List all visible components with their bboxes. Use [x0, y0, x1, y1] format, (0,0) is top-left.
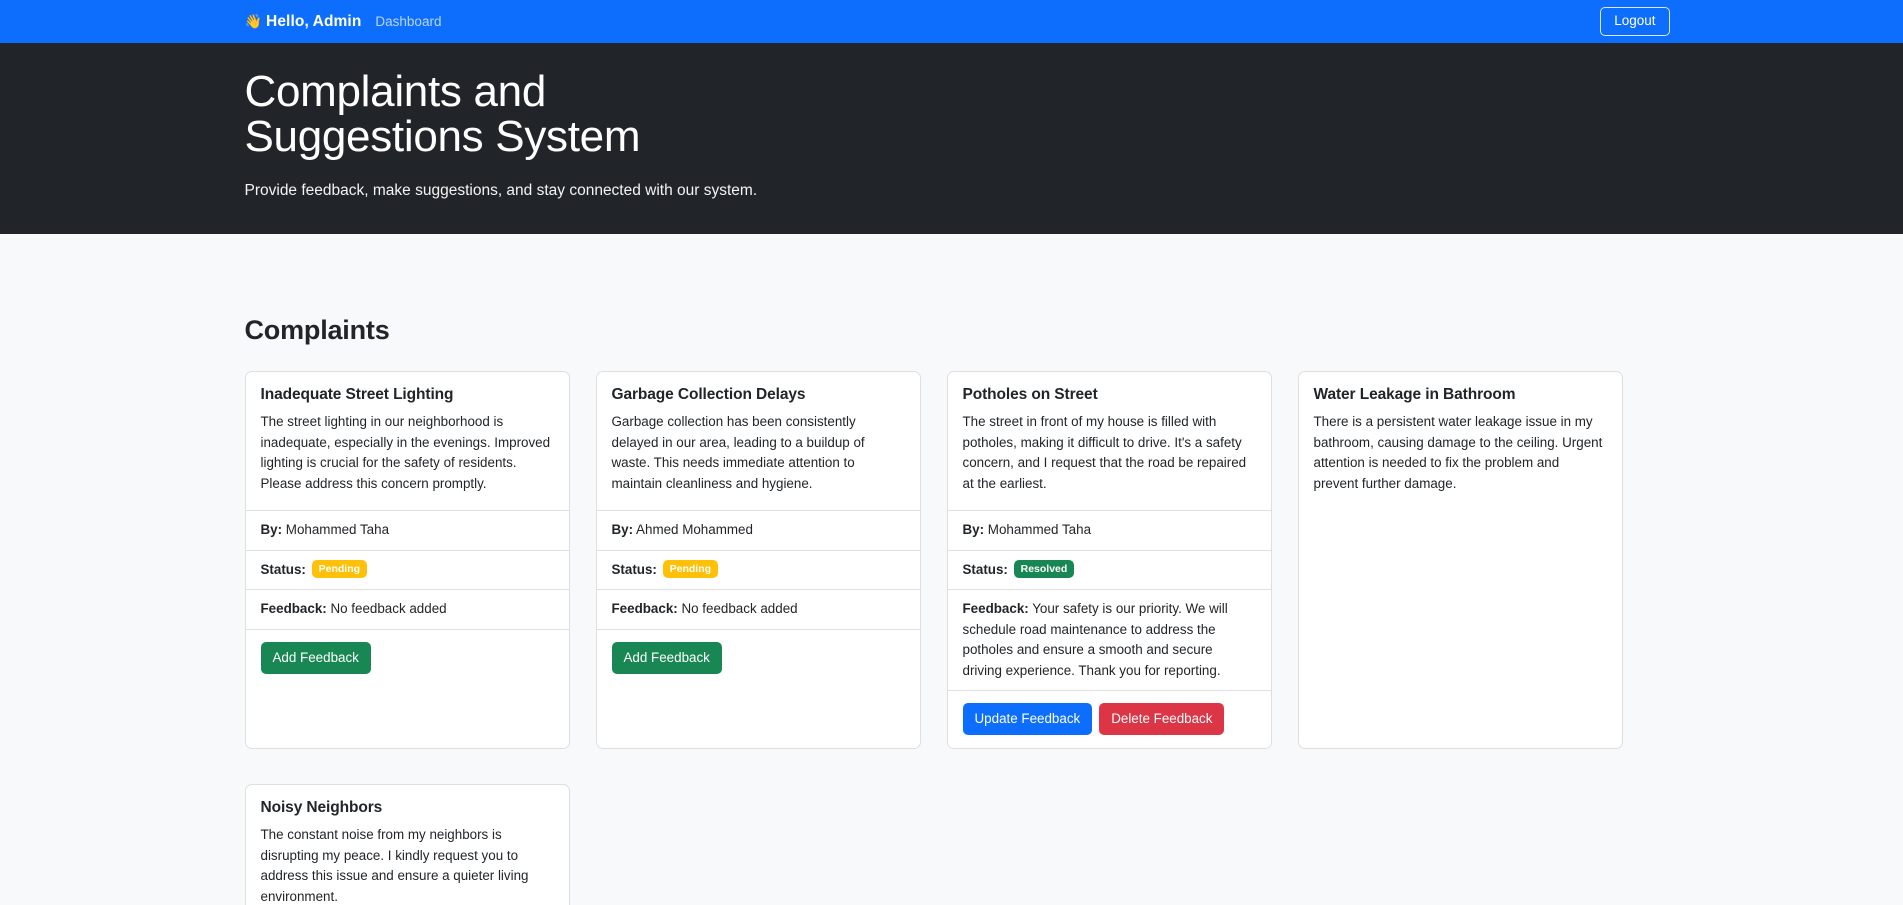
- navbar-left-group: 👋 Hello, Admin Dashboard: [245, 13, 442, 31]
- complaint-feedback-row: Feedback: No feedback added: [246, 590, 569, 629]
- label-by: By:: [260, 522, 283, 537]
- page-title-line-1: Complaints and: [244, 67, 547, 116]
- complaint-card-footer: Add Feedback: [596, 628, 920, 687]
- complaint-card-footer: Add Feedback: [245, 628, 569, 687]
- update-feedback-button[interactable]: Update Feedback: [962, 703, 1093, 736]
- label-status: Status:: [260, 561, 310, 577]
- complaint-card-column: Garbage Collection Delays Garbage collect…: [583, 371, 934, 750]
- complaint-card: Garbage Collection Delays Garbage collect…: [595, 371, 921, 750]
- complaint-feedback-value: No feedback added: [326, 601, 447, 616]
- complaint-card: Inadequate Street Lighting The street lig…: [244, 371, 570, 750]
- label-by: By:: [611, 522, 634, 537]
- page-subtitle: Provide feedback, make suggestions, and …: [244, 181, 758, 199]
- complaint-description: The constant noise from my neighbors is …: [260, 827, 529, 904]
- page-title: Complaints and Suggestions System: [245, 69, 675, 160]
- add-feedback-button[interactable]: Add Feedback: [611, 641, 722, 674]
- complaint-feedback-row: Feedback: Your safety is our priority. W…: [948, 590, 1271, 690]
- top-navbar: 👋 Hello, Admin Dashboard Logout: [0, 0, 1903, 43]
- complaint-card-body: Water Leakage in Bathroom There is a pers…: [1299, 372, 1622, 510]
- nav-link-dashboard[interactable]: Dashboard: [375, 14, 441, 29]
- complaint-card: Water Leakage in Bathroom There is a pers…: [1297, 371, 1623, 750]
- complaint-author-row: By: Mohammed Taha: [245, 511, 569, 551]
- label-by: By:: [962, 522, 985, 537]
- logout-button[interactable]: Logout: [1600, 6, 1670, 37]
- complaint-card: Potholes on Street The street in front of…: [946, 371, 1272, 750]
- complaint-card-column: Potholes on Street The street in front of…: [934, 371, 1285, 750]
- main-content: Complaints Inadequate Street Lighting The…: [212, 315, 1692, 905]
- complaint-card-body: Noisy Neighbors The constant noise from m…: [246, 785, 569, 905]
- complaint-title: Potholes on Street: [962, 386, 1098, 403]
- greeting-label: Hello, Admin: [266, 12, 362, 30]
- greeting-text: 👋 Hello, Admin: [245, 13, 362, 31]
- complaint-title: Inadequate Street Lighting: [260, 386, 454, 403]
- complaint-description: There is a persistent water leakage issu…: [1313, 414, 1603, 491]
- label-feedback: Feedback:: [962, 601, 1029, 616]
- hero-container: Complaints and Suggestions System Provid…: [212, 69, 1692, 200]
- complaint-meta-list: By: Mohammed Taha Status: Pending Feedback…: [245, 510, 569, 629]
- complaint-status-row: Status: Pending: [596, 551, 920, 590]
- complaint-author-value: Ahmed Mohammed: [633, 522, 753, 537]
- complaint-description: Garbage collection has been consistently…: [611, 414, 865, 491]
- complaint-meta-list: By: Mohammed Taha Status: Resolved Feedbac…: [947, 510, 1271, 690]
- complaint-author-value: Mohammed Taha: [282, 522, 390, 537]
- status-badge: Pending: [662, 559, 719, 578]
- status-badge: Resolved: [1013, 559, 1075, 578]
- delete-feedback-button[interactable]: Delete Feedback: [1099, 703, 1225, 736]
- complaint-card-column: Water Leakage in Bathroom There is a pers…: [1285, 371, 1636, 750]
- complaint-feedback-row: Feedback: No feedback added: [597, 590, 920, 629]
- navbar-container: 👋 Hello, Admin Dashboard Logout: [212, 0, 1692, 43]
- complaint-card-column: Noisy Neighbors The constant noise from m…: [232, 784, 583, 905]
- complaint-feedback-value: No feedback added: [677, 601, 798, 616]
- complaint-author-value: Mohammed Taha: [984, 522, 1092, 537]
- complaint-description: The street in front of my house is fille…: [962, 414, 1247, 491]
- section-title-complaints: Complaints: [244, 315, 390, 345]
- navbar-right-group: Logout: [1600, 6, 1670, 37]
- complaint-title: Noisy Neighbors: [260, 799, 383, 817]
- status-badge: Pending: [311, 559, 368, 578]
- complaint-status-row: Status: Resolved: [947, 551, 1271, 590]
- complaint-title: Water Leakage in Bathroom: [1313, 386, 1516, 403]
- label-feedback: Feedback:: [611, 601, 678, 616]
- complaint-author-row: By: Ahmed Mohammed: [596, 511, 920, 551]
- complaint-description: The street lighting in our neighborhood …: [260, 414, 551, 491]
- hero-section: Complaints and Suggestions System Provid…: [0, 43, 1903, 234]
- complaint-title: Garbage Collection Delays: [611, 386, 806, 403]
- complaint-card-column: Inadequate Street Lighting The street lig…: [232, 371, 583, 750]
- label-feedback: Feedback:: [260, 601, 327, 616]
- complaint-card-footer: Update Feedback Delete Feedback: [947, 690, 1271, 749]
- complaint-author-row: By: Mohammed Taha: [947, 511, 1271, 551]
- label-status: Status:: [962, 561, 1012, 577]
- complaints-grid: Inadequate Street Lighting The street lig…: [232, 371, 1680, 905]
- add-feedback-button[interactable]: Add Feedback: [260, 641, 371, 674]
- complaint-status-row: Status: Pending: [245, 551, 569, 590]
- complaint-meta-list: By: Ahmed Mohammed Status: Pending Feedbac…: [596, 510, 920, 629]
- page-title-line-2: Suggestions System: [244, 112, 641, 162]
- waving-hand-icon: 👋: [244, 12, 263, 29]
- label-status: Status:: [611, 561, 661, 577]
- complaint-card-body: Inadequate Street Lighting The street lig…: [246, 372, 569, 510]
- complaint-card-body: Potholes on Street The street in front of…: [948, 372, 1271, 510]
- complaint-card-body: Garbage Collection Delays Garbage collect…: [597, 372, 920, 510]
- complaint-card: Noisy Neighbors The constant noise from m…: [244, 784, 570, 905]
